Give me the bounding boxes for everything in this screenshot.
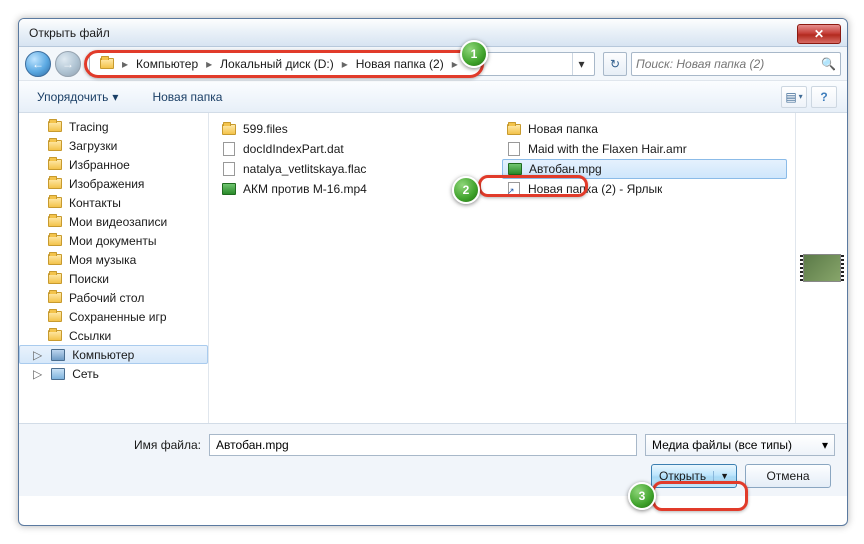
folder-icon: [100, 58, 114, 69]
filename-input[interactable]: [209, 434, 637, 456]
computer-icon: [51, 349, 65, 361]
folder-icon: [48, 159, 62, 170]
search-input[interactable]: [636, 57, 817, 71]
file-item[interactable]: docIdIndexPart.dat: [217, 139, 502, 159]
arrow-right-icon: →: [62, 57, 74, 71]
sidebar-item-network[interactable]: ▷Сеть: [19, 364, 208, 383]
sidebar-item[interactable]: Загрузки: [19, 136, 208, 155]
filename-label: Имя файла:: [31, 438, 201, 452]
search-icon: 🔍: [821, 57, 836, 71]
file-item-selected[interactable]: Автобан.mpg: [502, 159, 787, 179]
forward-button[interactable]: →: [55, 51, 81, 77]
breadcrumb-dropdown[interactable]: ▾: [572, 53, 590, 75]
chevron-down-icon: ▾: [112, 90, 118, 104]
preview-pane: [795, 113, 847, 423]
organize-button[interactable]: Упорядочить ▾: [29, 86, 126, 108]
open-file-dialog: Открыть файл ✕ ← → ▸ Компьютер ▸ Локальн…: [18, 18, 848, 526]
shortcut-icon: [508, 182, 520, 196]
folder-icon: [48, 273, 62, 284]
breadcrumb[interactable]: ▸ Компьютер ▸ Локальный диск (D:) ▸ Нова…: [89, 52, 595, 76]
chevron-right-icon: ▸: [340, 57, 350, 71]
help-button[interactable]: ?: [811, 86, 837, 108]
folder-icon: [507, 124, 521, 135]
sidebar-item-computer[interactable]: ▷Компьютер: [19, 345, 208, 364]
sidebar-item[interactable]: Моя музыка: [19, 250, 208, 269]
view-mode-button[interactable]: ▤▾: [781, 86, 807, 108]
bottom-bar: Имя файла: Медиа файлы (все типы) ▾ Откр…: [19, 423, 847, 496]
folder-icon: [48, 254, 62, 265]
breadcrumb-seg-1[interactable]: Локальный диск (D:): [214, 53, 340, 75]
file-icon: [223, 162, 235, 176]
sidebar-item[interactable]: Мои видеозаписи: [19, 212, 208, 231]
folder-icon: [48, 330, 62, 341]
file-item[interactable]: Новая папка: [502, 119, 787, 139]
folder-icon: [48, 121, 62, 132]
file-item[interactable]: 599.files: [217, 119, 502, 139]
open-button[interactable]: Открыть ▼: [651, 464, 737, 488]
file-list[interactable]: 599.files docIdIndexPart.dat natalya_vet…: [209, 113, 795, 423]
content-area: Tracing Загрузки Избранное Изображения К…: [19, 113, 847, 423]
folder-icon: [48, 292, 62, 303]
new-folder-button[interactable]: Новая папка: [144, 86, 230, 108]
folder-icon: [48, 311, 62, 322]
folder-icon: [48, 178, 62, 189]
network-icon: [51, 368, 65, 380]
chevron-right-icon: ▸: [450, 57, 460, 71]
filetype-combo[interactable]: Медиа файлы (все типы) ▾: [645, 434, 835, 456]
sidebar-item[interactable]: Tracing: [19, 117, 208, 136]
view-icon: ▤: [785, 90, 796, 104]
folder-icon: [222, 124, 236, 135]
file-item[interactable]: Новая папка (2) - Ярлык: [502, 179, 787, 199]
video-thumbnail: [803, 254, 841, 282]
search-box[interactable]: 🔍: [631, 52, 841, 76]
folder-icon: [48, 197, 62, 208]
folder-icon: [48, 216, 62, 227]
chevron-right-icon: ▸: [204, 57, 214, 71]
file-item[interactable]: АКМ против М-16.mp4: [217, 179, 502, 199]
close-button[interactable]: ✕: [797, 24, 841, 44]
chevron-down-icon: ▾: [822, 438, 828, 452]
sidebar-item[interactable]: Контакты: [19, 193, 208, 212]
sidebar[interactable]: Tracing Загрузки Избранное Изображения К…: [19, 113, 209, 423]
file-item[interactable]: natalya_vetlitskaya.flac: [217, 159, 502, 179]
chevron-right-icon: ▸: [120, 57, 130, 71]
refresh-icon: ↻: [610, 57, 620, 71]
expand-icon[interactable]: ▷: [33, 367, 42, 381]
sidebar-item[interactable]: Сохраненные игр: [19, 307, 208, 326]
split-chevron-icon: ▼: [713, 471, 729, 481]
refresh-button[interactable]: ↻: [603, 52, 627, 76]
breadcrumb-seg-0[interactable]: Компьютер: [130, 53, 204, 75]
close-icon: ✕: [814, 27, 824, 41]
arrow-left-icon: ←: [32, 57, 44, 71]
folder-icon: [48, 235, 62, 246]
media-icon: [508, 163, 522, 175]
sidebar-item[interactable]: Поиски: [19, 269, 208, 288]
file-item[interactable]: Maid with the Flaxen Hair.amr: [502, 139, 787, 159]
sidebar-item[interactable]: Рабочий стол: [19, 288, 208, 307]
sidebar-item[interactable]: Мои документы: [19, 231, 208, 250]
file-icon: [508, 142, 520, 156]
toolbar: Упорядочить ▾ Новая папка ▤▾ ?: [19, 81, 847, 113]
sidebar-item[interactable]: Изображения: [19, 174, 208, 193]
sidebar-item[interactable]: Избранное: [19, 155, 208, 174]
help-icon: ?: [820, 90, 827, 104]
breadcrumb-seg-2[interactable]: Новая папка (2): [350, 53, 450, 75]
chevron-down-icon: ▾: [799, 92, 803, 101]
expand-icon[interactable]: ▷: [33, 348, 42, 362]
window-title: Открыть файл: [19, 26, 797, 40]
file-icon: [223, 142, 235, 156]
back-button[interactable]: ←: [25, 51, 51, 77]
sidebar-item[interactable]: Ссылки: [19, 326, 208, 345]
navbar: ← → ▸ Компьютер ▸ Локальный диск (D:) ▸ …: [19, 47, 847, 81]
breadcrumb-icon[interactable]: [94, 53, 120, 75]
media-icon: [222, 183, 236, 195]
folder-icon: [48, 140, 62, 151]
cancel-button[interactable]: Отмена: [745, 464, 831, 488]
titlebar: Открыть файл ✕: [19, 19, 847, 47]
